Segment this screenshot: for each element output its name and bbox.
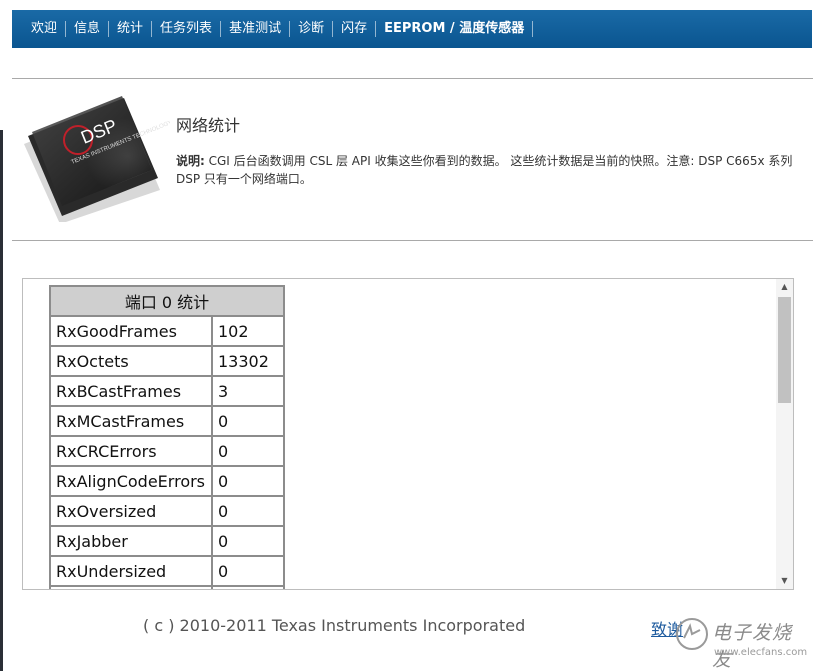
stat-label: RxJabber [49, 525, 213, 557]
scroll-down-icon[interactable]: ▼ [776, 573, 793, 589]
table-row: RxGoodFrames 102 [49, 315, 285, 347]
stat-label: RxOversized [49, 495, 213, 527]
nav-flash[interactable]: 闪存 [333, 21, 377, 37]
table-header-row: 端口 0 统计 [49, 285, 285, 317]
table-row: RxJabber 0 [49, 525, 285, 557]
stat-label-empty [49, 585, 213, 589]
stat-label: RxAlignCodeErrors [49, 465, 213, 497]
copyright-footer: ( c ) 2010-2011 Texas Instruments Incorp… [143, 616, 526, 635]
stat-value: 0 [211, 555, 285, 587]
stat-label: RxMCastFrames [49, 405, 213, 437]
stat-value: 13302 [211, 345, 285, 377]
stat-value: 0 [211, 435, 285, 467]
table-row: RxAlignCodeErrors 0 [49, 465, 285, 497]
table-row: RxMCastFrames 0 [49, 405, 285, 437]
stat-value: 0 [211, 495, 285, 527]
stat-label: RxGoodFrames [49, 315, 213, 347]
stat-label: RxOctets [49, 345, 213, 377]
nav-info[interactable]: 信息 [66, 21, 110, 37]
watermark-logo-icon [676, 618, 708, 650]
stat-value: 0 [211, 525, 285, 557]
nav-diagnostics[interactable]: 诊断 [290, 21, 334, 37]
stat-value: 0 [211, 405, 285, 437]
stat-value: 102 [211, 315, 285, 347]
port-stats-table: 端口 0 统计 RxGoodFrames 102 RxOctets 13302 … [49, 285, 285, 589]
page-title: 网络统计 [176, 116, 241, 135]
stat-value: 0 [211, 465, 285, 497]
stat-label: RxBCastFrames [49, 375, 213, 407]
stat-value: 3 [211, 375, 285, 407]
watermark-url: www.elecfans.com [714, 647, 808, 658]
table-heading: 端口 0 统计 [49, 285, 285, 317]
nav-eeprom-temp-sensor[interactable]: EEPROM / 温度传感器 [376, 21, 534, 37]
nav-task-list[interactable]: 任务列表 [152, 21, 222, 37]
watermark-text: 电子发烧友 [712, 622, 793, 671]
description-label: 说明: [176, 154, 205, 168]
table-row: RxBCastFrames 3 [49, 375, 285, 407]
description-text: CGI 后台函数调用 CSL 层 API 收集这些你看到的数据。 这些统计数据是… [176, 154, 793, 186]
table-row [49, 585, 285, 589]
table-row: RxCRCErrors 0 [49, 435, 285, 467]
divider-top [12, 78, 813, 79]
table-row: RxUndersized 0 [49, 555, 285, 587]
table-row: RxOctets 13302 [49, 345, 285, 377]
stat-value-empty [211, 585, 285, 589]
scroll-thumb[interactable] [778, 297, 791, 403]
scroll-up-icon[interactable]: ▲ [776, 279, 793, 295]
elecfans-watermark: 电子发烧友 www.elecfans.com [674, 616, 808, 671]
nav-statistics[interactable]: 统计 [109, 21, 153, 37]
stat-label: RxCRCErrors [49, 435, 213, 467]
nav-benchmark[interactable]: 基准测试 [221, 21, 291, 37]
dsp-chip-logo: DSP TEXAS INSTRUMENTS TECHNOLOGY [24, 96, 170, 222]
divider-middle [12, 240, 813, 241]
nav-welcome[interactable]: 欢迎 [12, 21, 67, 37]
stats-frame[interactable]: 端口 0 统计 RxGoodFrames 102 RxOctets 13302 … [22, 278, 794, 590]
stat-label: RxUndersized [49, 555, 213, 587]
vertical-scrollbar[interactable]: ▲ ▼ [776, 279, 793, 589]
description: 说明: CGI 后台函数调用 CSL 层 API 收集这些你看到的数据。 这些统… [176, 152, 801, 188]
table-row: RxOversized 0 [49, 495, 285, 527]
window-edge [0, 130, 3, 671]
top-navbar: 欢迎 信息 统计 任务列表 基准测试 诊断 闪存 EEPROM / 温度传感器 [12, 10, 812, 48]
